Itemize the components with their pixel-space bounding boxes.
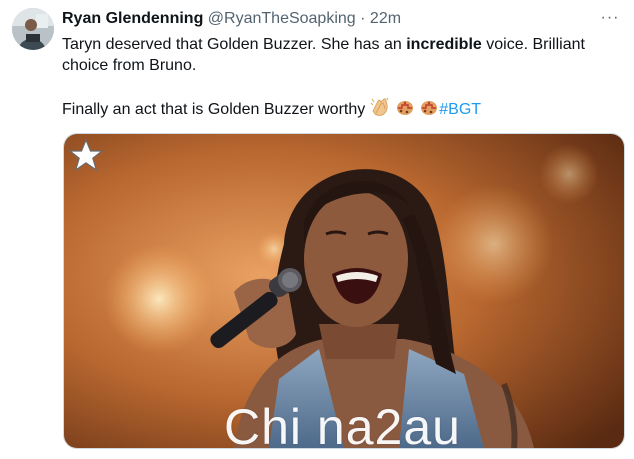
cookie-emoji — [421, 101, 438, 115]
avatar-image — [12, 8, 54, 50]
separator-dot: · — [360, 10, 366, 27]
tweet-line-2: Finally an act that is Golden Buzzer wor… — [62, 97, 622, 120]
timestamp[interactable]: 22m — [370, 10, 401, 27]
clapping-hands-emoji — [370, 97, 389, 116]
more-options-icon[interactable]: ··· — [600, 8, 620, 28]
tweet-media[interactable]: Chi na2au — [63, 133, 625, 449]
author-handle[interactable]: @RyanTheSoapking — [208, 10, 356, 27]
tweet-header: Ryan Glendenning @RyanTheSoapking · 22m — [62, 9, 594, 29]
author-name[interactable]: Ryan Glendenning — [62, 10, 203, 27]
tweet-card: Ryan Glendenning @RyanTheSoapking · 22m … — [0, 0, 634, 459]
tweet-line-2-text: Finally an act that is Golden Buzzer wor… — [62, 101, 366, 118]
cookie-emoji — [397, 101, 414, 115]
watermark-text: Chi na2au — [224, 399, 461, 449]
avatar[interactable] — [12, 8, 54, 50]
hashtag-link[interactable]: #BGT — [439, 101, 481, 118]
tweet-bold-word: incredible — [406, 36, 482, 53]
star-icon — [68, 138, 104, 172]
tweet-line-1: Taryn deserved that Golden Buzzer. She h… — [62, 34, 622, 76]
tweet-line-1-start: Taryn deserved that Golden Buzzer. She h… — [62, 36, 407, 53]
tweet-text: Taryn deserved that Golden Buzzer. She h… — [62, 34, 622, 120]
